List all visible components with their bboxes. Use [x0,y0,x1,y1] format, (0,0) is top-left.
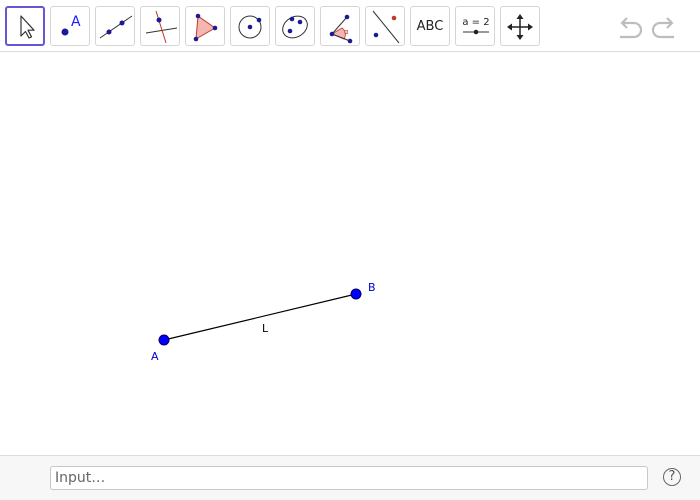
input-bar: ? [0,455,700,500]
move-graphics-view-button[interactable] [500,6,540,46]
ellipse-tool-button[interactable] [275,6,315,46]
svg-text:α: α [344,28,349,36]
graphics-canvas[interactable]: L A B [0,53,700,455]
point-a[interactable] [158,334,170,346]
angle-tool-button[interactable]: α [320,6,360,46]
pan-icon [507,14,533,40]
point-b-label: B [368,281,376,294]
redo-icon[interactable] [650,14,680,40]
reflect-tool-button[interactable] [365,6,405,46]
perpendicular-line-tool-button[interactable] [140,6,180,46]
ellipse-icon [282,15,308,39]
perpendicular-line-icon [145,10,178,44]
line-icon [99,15,133,39]
line-tool-button[interactable] [95,6,135,46]
point-a-label: A [151,350,159,363]
point-icon: A [61,14,81,36]
segment-l[interactable] [163,293,357,341]
undo-icon[interactable] [614,14,644,40]
point-tool-button[interactable]: A [50,6,90,46]
help-icon[interactable]: ? [663,468,681,486]
slider-icon-label: a = 2 [462,17,489,28]
polygon-tool-button[interactable] [185,6,225,46]
circle-icon [238,15,262,39]
segment-label: L [262,322,269,335]
text-tool-button[interactable]: ABC [410,6,450,46]
move-arrow-icon [20,15,35,39]
slider-tool-button[interactable]: a = 2 [455,6,495,46]
graphics-view[interactable]: L A B [0,53,700,455]
text-icon: ABC [416,18,444,34]
input-field[interactable] [50,466,648,490]
toolbar: A α ABC a = 2 [0,0,700,52]
angle-icon: α [329,14,353,44]
reflect-icon [372,10,400,44]
svg-text:A: A [71,14,81,30]
point-b[interactable] [350,288,362,300]
slider-icon: a = 2 [462,17,490,35]
move-tool-button[interactable] [5,6,45,46]
polygon-icon [193,13,218,42]
circle-tool-button[interactable] [230,6,270,46]
